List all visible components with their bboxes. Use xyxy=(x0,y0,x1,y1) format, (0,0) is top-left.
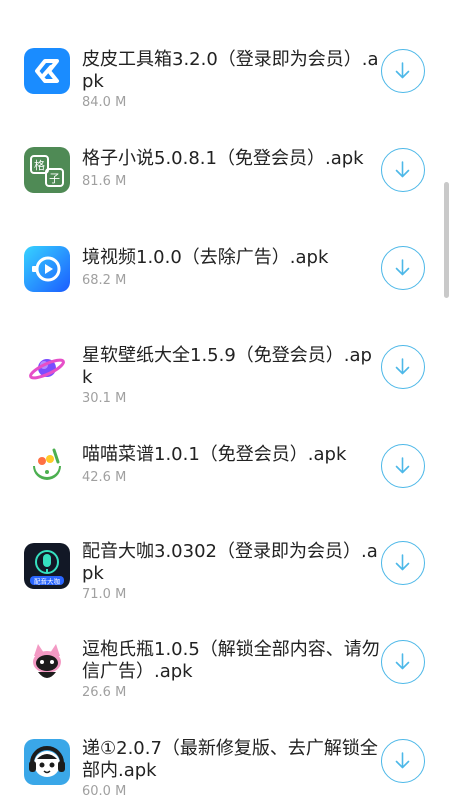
apk-size: 30.1 M xyxy=(82,391,127,406)
gezi-icon-char2: 子 xyxy=(49,172,60,185)
download-button[interactable] xyxy=(381,444,425,488)
apk-title: 境视频1.0.0（去除广告）.apk xyxy=(82,247,329,268)
apk-list: 皮皮工具箱3.2.0（登录即为会员）.apk 84.0 M 格 子 格子小说5.… xyxy=(0,0,450,800)
list-item[interactable]: 星软壁纸大全1.5.9（免登会员）.apk 30.1 M xyxy=(0,321,450,411)
apk-size: 26.6 M xyxy=(82,685,127,700)
apk-title: 逗枹氏瓶1.0.5（解锁全部内容、请勿信广告）.apk xyxy=(82,639,380,682)
download-button[interactable] xyxy=(381,640,425,684)
download-arrow-icon xyxy=(395,62,410,79)
download-arrow-icon xyxy=(395,358,410,375)
list-item[interactable]: 逗枹氏瓶1.0.5（解锁全部内容、请勿信广告）.apk 26.6 M xyxy=(0,615,450,705)
apk-size: 42.6 M xyxy=(82,470,127,485)
download-button[interactable] xyxy=(381,49,425,93)
apk-size: 68.2 M xyxy=(82,273,127,288)
list-item[interactable]: 境视频1.0.0（去除广告）.apk 68.2 M xyxy=(0,221,450,311)
apk-title: 递①2.0.7（最新修复版、去广解锁全部内.apk xyxy=(82,738,378,781)
download-arrow-icon xyxy=(395,554,410,571)
download-arrow-icon xyxy=(395,259,410,276)
list-item[interactable]: 皮皮工具箱3.2.0（登录即为会员）.apk 84.0 M xyxy=(0,25,450,115)
apk-size: 60.0 M xyxy=(82,784,127,799)
apk-title: 皮皮工具箱3.2.0（登录即为会员）.apk xyxy=(82,49,379,92)
download-button[interactable] xyxy=(381,246,425,290)
gezi-icon-char1: 格 xyxy=(34,158,45,172)
list-item[interactable]: 配音大咖 配音大咖3.0302（登录即为会员）.apk 71.0 M xyxy=(0,517,450,607)
download-button[interactable] xyxy=(381,345,425,389)
headphone-character-icon xyxy=(24,739,70,785)
dubbing-mic-icon: 配音大咖 xyxy=(24,543,70,589)
apk-title: 星软壁纸大全1.5.9（免登会员）.apk xyxy=(82,345,372,388)
apk-size: 71.0 M xyxy=(82,587,127,602)
cat-character-icon xyxy=(24,640,70,686)
gezi-novel-icon: 格 子 xyxy=(24,147,70,193)
list-item[interactable]: 递①2.0.7（最新修复版、去广解锁全部内.apk 60.0 M xyxy=(0,714,450,804)
apk-size: 84.0 M xyxy=(82,95,127,110)
jing-video-icon xyxy=(24,246,70,292)
scrollbar[interactable] xyxy=(444,182,449,298)
download-arrow-icon xyxy=(395,161,410,178)
download-arrow-icon xyxy=(395,752,410,769)
download-arrow-icon xyxy=(395,457,410,474)
apk-title: 格子小说5.0.8.1（免登会员）.apk xyxy=(82,148,364,169)
dubbing-icon-label: 配音大咖 xyxy=(34,577,61,586)
download-arrow-icon xyxy=(395,653,410,670)
list-item[interactable]: 格 子 格子小说5.0.8.1（免登会员）.apk 81.6 M xyxy=(0,122,450,212)
apk-size: 81.6 M xyxy=(82,174,127,189)
download-button[interactable] xyxy=(381,739,425,783)
download-button[interactable] xyxy=(381,148,425,192)
planet-wallpaper-icon xyxy=(24,345,70,391)
download-button[interactable] xyxy=(381,541,425,585)
apk-title: 喵喵菜谱1.0.1（免登会员）.apk xyxy=(82,444,347,465)
list-item[interactable]: 喵喵菜谱1.0.1（免登会员）.apk 42.6 M xyxy=(0,418,450,508)
apk-title: 配音大咖3.0302（登录即为会员）.apk xyxy=(82,541,378,584)
pipi-toolbox-icon xyxy=(24,48,70,94)
recipe-bowl-icon xyxy=(24,444,70,490)
